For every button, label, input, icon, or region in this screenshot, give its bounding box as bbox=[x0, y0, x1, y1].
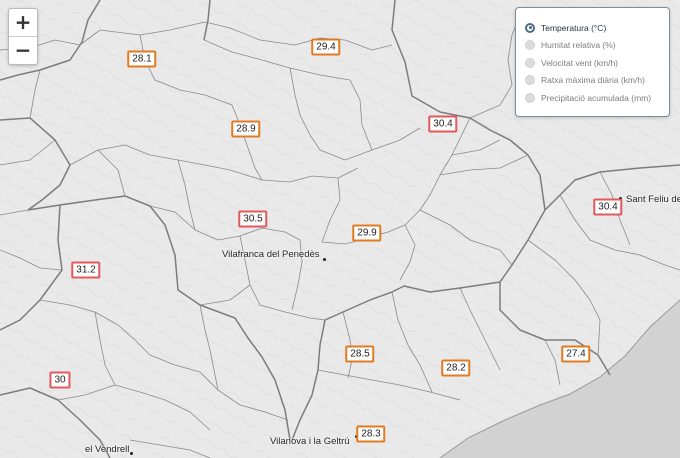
town-label-vilafranca: Vilafranca del Penedès bbox=[222, 249, 320, 260]
option-label: Temperatura (°C) bbox=[541, 22, 607, 33]
zoom-control: + − bbox=[8, 8, 38, 65]
zoom-in-button[interactable]: + bbox=[9, 9, 37, 36]
station-marker[interactable]: 30.4 bbox=[593, 198, 623, 216]
option-label: Precipitació acumulada (mm) bbox=[541, 92, 652, 103]
station-marker[interactable]: 28.2 bbox=[441, 359, 471, 377]
town-dot-el-vendrell bbox=[130, 452, 133, 455]
town-label-sant-feliu: Sant Feliu de bbox=[626, 194, 680, 205]
radio-icon[interactable] bbox=[525, 92, 535, 103]
station-marker[interactable]: 30.4 bbox=[428, 115, 458, 133]
map-view[interactable]: + − Vilafranca del Penedès Sant Feliu de… bbox=[0, 0, 680, 458]
station-marker[interactable]: 28.9 bbox=[231, 120, 261, 138]
station-marker[interactable]: 28.5 bbox=[345, 345, 375, 363]
variable-selector-panel: Temperatura (°C) Humitat relativa (%) Ve… bbox=[515, 7, 670, 117]
station-marker[interactable]: 29.4 bbox=[311, 38, 341, 56]
option-label: Velocitat vent (km/h) bbox=[541, 57, 619, 68]
option-wind-speed[interactable]: Velocitat vent (km/h) bbox=[525, 54, 669, 71]
zoom-out-button[interactable]: − bbox=[9, 36, 37, 64]
station-marker[interactable]: 30 bbox=[49, 371, 71, 389]
option-max-gust[interactable]: Ratxa màxima diària (km/h) bbox=[525, 72, 669, 89]
station-marker[interactable]: 28.1 bbox=[127, 50, 157, 68]
option-temperature[interactable]: Temperatura (°C) bbox=[525, 19, 669, 36]
option-humidity[interactable]: Humitat relativa (%) bbox=[525, 37, 669, 54]
town-dot-vilafranca bbox=[323, 258, 326, 261]
town-label-el-vendrell: el Vendrell bbox=[85, 444, 130, 455]
radio-icon[interactable] bbox=[525, 75, 535, 85]
radio-icon[interactable] bbox=[525, 40, 535, 50]
option-label: Humitat relativa (%) bbox=[541, 40, 616, 50]
station-marker[interactable]: 28.3 bbox=[356, 425, 386, 443]
option-label: Ratxa màxima diària (km/h) bbox=[541, 75, 645, 85]
radio-icon[interactable] bbox=[525, 57, 535, 68]
town-label-vilanova: Vilanova i la Geltrú bbox=[270, 436, 350, 447]
option-precipitation[interactable]: Precipitació acumulada (mm) bbox=[525, 89, 669, 106]
station-marker[interactable]: 27.4 bbox=[561, 345, 591, 363]
station-marker[interactable]: 30.5 bbox=[238, 210, 268, 228]
radio-icon[interactable] bbox=[525, 22, 535, 33]
station-marker[interactable]: 31.2 bbox=[71, 261, 101, 279]
station-marker[interactable]: 29.9 bbox=[352, 224, 382, 242]
